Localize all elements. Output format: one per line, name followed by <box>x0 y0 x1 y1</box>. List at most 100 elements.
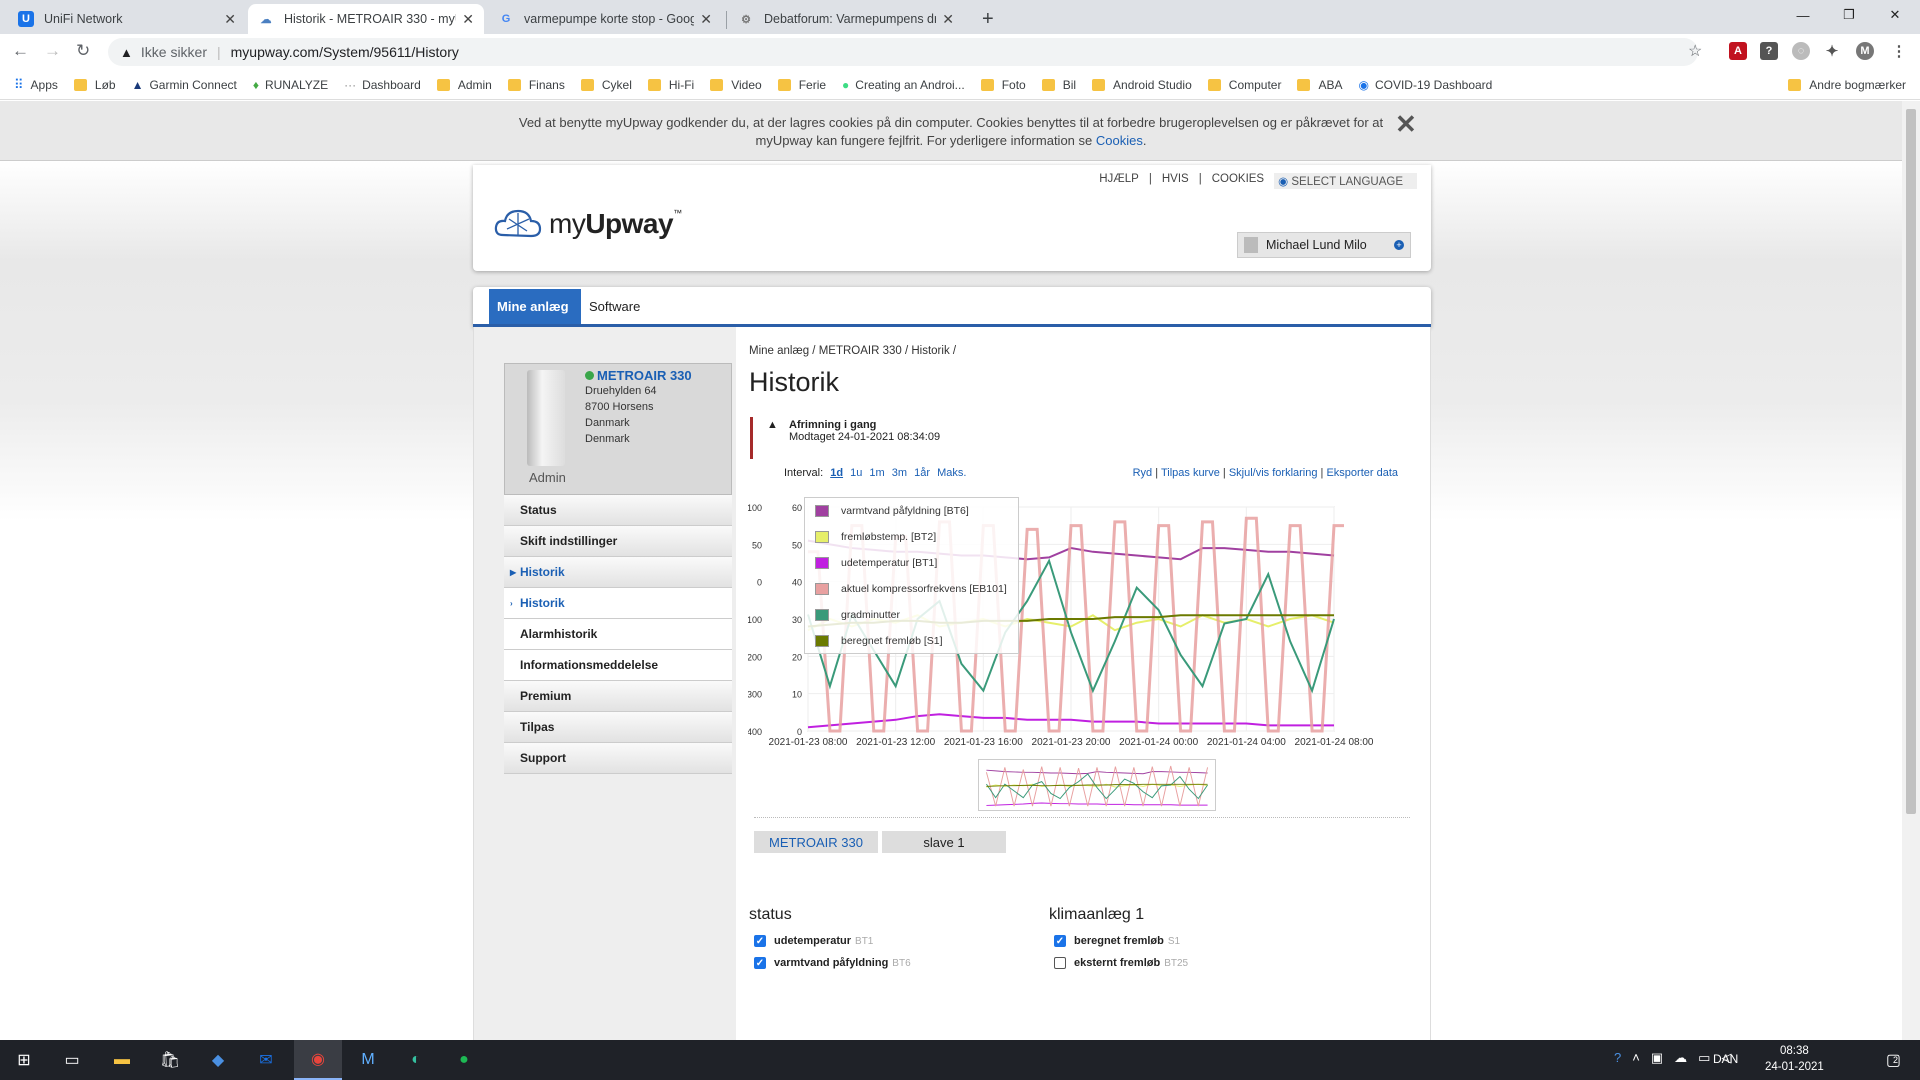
windows-start-icon[interactable]: ⊞ <box>0 1040 48 1080</box>
tab-software[interactable]: Software <box>581 289 651 324</box>
chart-navigator[interactable] <box>978 759 1216 811</box>
bookmark-apps[interactable]: ⠿ Apps <box>14 77 58 93</box>
clock[interactable]: 08:38 24-01-2021 <box>1765 1043 1824 1075</box>
submenu-historik[interactable]: › Historik <box>504 588 732 619</box>
bookmark-item[interactable]: Android Studio <box>1092 78 1192 92</box>
pdf-icon[interactable]: A <box>1729 42 1747 60</box>
puzzle-icon[interactable]: ✦ <box>1823 42 1841 60</box>
help-link[interactable]: HJÆLP <box>1099 173 1139 189</box>
store-icon[interactable]: 🛍 <box>146 1040 194 1080</box>
bookmark-item[interactable]: ▲ Garmin Connect <box>132 78 237 92</box>
bookmark-item[interactable]: Video <box>710 78 762 92</box>
legend-item[interactable]: beregnet fremløb [S1] <box>805 628 1018 654</box>
bookmark-item[interactable]: ● Creating an Androi... <box>842 78 965 92</box>
menu-tilpas[interactable]: Tilpas <box>504 712 732 743</box>
breadcrumb-item[interactable]: Mine anlæg <box>749 345 809 357</box>
close-icon[interactable]: ✕ <box>1395 111 1417 137</box>
breadcrumb-item[interactable]: Historik <box>911 345 949 357</box>
tab-forum[interactable]: ⚙ Debatforum: Varmepumpens dri ✕ <box>728 4 964 34</box>
restore-icon[interactable]: ❐ <box>1826 0 1872 30</box>
checkbox-varmtvand[interactable]: ✓ varmtvand påfyldning BT6 <box>754 957 911 969</box>
tab-unifi[interactable]: U UniFi Network ✕ <box>8 4 246 34</box>
language-indicator[interactable]: DAN <box>1713 1052 1738 1066</box>
clear-link[interactable]: Ryd <box>1133 467 1153 479</box>
profile-avatar[interactable]: M <box>1856 42 1874 60</box>
checkbox-eksternt-fremlob[interactable]: eksternt fremløb BT25 <box>1054 957 1188 969</box>
cookies-link[interactable]: Cookies <box>1096 133 1143 148</box>
bookmark-item[interactable]: ♦ RUNALYZE <box>253 78 328 92</box>
back-icon[interactable]: ← <box>12 41 29 61</box>
reload-icon[interactable]: ↻ <box>76 41 90 61</box>
legend-item[interactable]: gradminutter <box>805 602 1018 628</box>
tab-mine-anlaeg[interactable]: Mine anlæg <box>489 289 581 324</box>
scrollbar-thumb[interactable] <box>1906 109 1916 814</box>
edge-icon[interactable]: ◐ <box>392 1040 440 1080</box>
interval-1d[interactable]: 1d <box>830 467 843 479</box>
bookmark-item[interactable]: Ferie <box>777 78 826 92</box>
menu-premium[interactable]: Premium <box>504 681 732 712</box>
other-bookmarks[interactable]: Andre bogmærker <box>1788 78 1906 92</box>
bookmark-item[interactable]: ◉ COVID-19 Dashboard <box>1358 78 1492 92</box>
spotify-icon[interactable]: ● <box>440 1040 488 1080</box>
interval-1m[interactable]: 1m <box>869 467 884 479</box>
star-icon[interactable]: ☆ <box>1688 41 1702 61</box>
bookmark-item[interactable]: ABA <box>1297 78 1342 92</box>
dropbox-icon[interactable]: ◆ <box>194 1040 242 1080</box>
legend-item[interactable]: varmtvand påfyldning [BT6] <box>805 498 1018 524</box>
chrome-icon[interactable]: ◉ <box>294 1040 342 1080</box>
interval-1ar[interactable]: 1år <box>914 467 930 479</box>
menu-status[interactable]: Status <box>504 495 732 526</box>
menu-skift-indstillinger[interactable]: Skift indstillinger <box>504 526 732 557</box>
bookmark-item[interactable]: Bil <box>1041 78 1076 92</box>
close-icon[interactable]: ✕ <box>462 11 474 28</box>
user-menu[interactable]: Michael Lund Milo + <box>1237 232 1411 258</box>
language-selector[interactable]: ◉ SELECT LANGUAGE <box>1274 173 1417 189</box>
bookmark-item[interactable]: Computer <box>1207 78 1281 92</box>
tab-google[interactable]: G varmepumpe korte stop - Googl ✕ <box>488 4 722 34</box>
minimize-icon[interactable]: ― <box>1780 0 1826 30</box>
legend-item[interactable]: udetemperatur [BT1] <box>805 550 1018 576</box>
checkbox-udetemperatur[interactable]: ✓ udetemperatur BT1 <box>754 935 873 947</box>
network-icon[interactable]: ▭ <box>1698 1050 1710 1066</box>
bookmark-item[interactable]: ··· Dashboard <box>344 78 421 92</box>
bookmark-item[interactable]: Finans <box>507 78 565 92</box>
device-name[interactable]: METROAIR 330 <box>585 368 692 383</box>
checkbox-beregnet-fremlob[interactable]: ✓ beregnet fremløb S1 <box>1054 935 1180 947</box>
menu-historik[interactable]: ▶ Historik <box>504 557 732 588</box>
menu-icon[interactable]: ⋮ <box>1890 42 1908 60</box>
myupway-logo[interactable]: myUpway™ <box>493 205 682 243</box>
menu-support[interactable]: Support <box>504 743 732 774</box>
interval-3m[interactable]: 3m <box>892 467 907 479</box>
page-scrollbar[interactable] <box>1902 101 1920 1040</box>
extension-icon[interactable]: ◌ <box>1792 42 1810 60</box>
expand-icon[interactable]: + <box>1394 240 1404 250</box>
device-icon[interactable]: ▣ <box>1651 1050 1663 1066</box>
who-link[interactable]: HVIS <box>1162 173 1189 189</box>
bookmark-item[interactable]: Løb <box>73 78 116 92</box>
adjust-curve-link[interactable]: Tilpas kurve <box>1161 467 1220 479</box>
bookmark-item[interactable]: Admin <box>436 78 492 92</box>
close-icon[interactable]: ✕ <box>224 11 236 28</box>
cloud-tray-icon[interactable]: ☁ <box>1674 1050 1687 1066</box>
help-tray-icon[interactable]: ? <box>1614 1050 1621 1066</box>
bookmark-item[interactable]: Foto <box>980 78 1026 92</box>
breadcrumb-item[interactable]: METROAIR 330 <box>819 345 902 357</box>
app-m-icon[interactable]: M <box>344 1040 392 1080</box>
notifications-icon[interactable]: ▢ 2 <box>1868 1040 1916 1080</box>
bookmark-item[interactable]: Cykel <box>580 78 632 92</box>
cookies-top-link[interactable]: COOKIES <box>1212 173 1264 189</box>
bookmark-item[interactable]: Hi-Fi <box>647 78 694 92</box>
interval-1u[interactable]: 1u <box>850 467 862 479</box>
submenu-alarmhistorik[interactable]: Alarmhistorik <box>504 619 732 650</box>
legend-item[interactable]: aktuel kompressorfrekvens [EB101] <box>805 576 1018 602</box>
forward-icon[interactable]: → <box>44 41 61 61</box>
tab-historik[interactable]: ☁ Historik - METROAIR 330 - myUp ✕ <box>248 4 484 34</box>
file-explorer-icon[interactable]: ▬ <box>98 1040 146 1080</box>
submenu-informationsmeddelelse[interactable]: Informationsmeddelelse <box>504 650 732 681</box>
device-card[interactable]: Admin METROAIR 330 Druehylden 64 8700 Ho… <box>504 363 732 495</box>
legend-item[interactable]: fremløbstemp. [BT2] <box>805 524 1018 550</box>
close-icon[interactable]: ✕ <box>942 11 954 28</box>
address-bar[interactable]: ▲ Ikke sikker | myupway.com/System/95611… <box>108 38 1698 66</box>
close-window-icon[interactable]: ✕ <box>1872 0 1918 30</box>
help-ext-icon[interactable]: ? <box>1760 42 1778 60</box>
